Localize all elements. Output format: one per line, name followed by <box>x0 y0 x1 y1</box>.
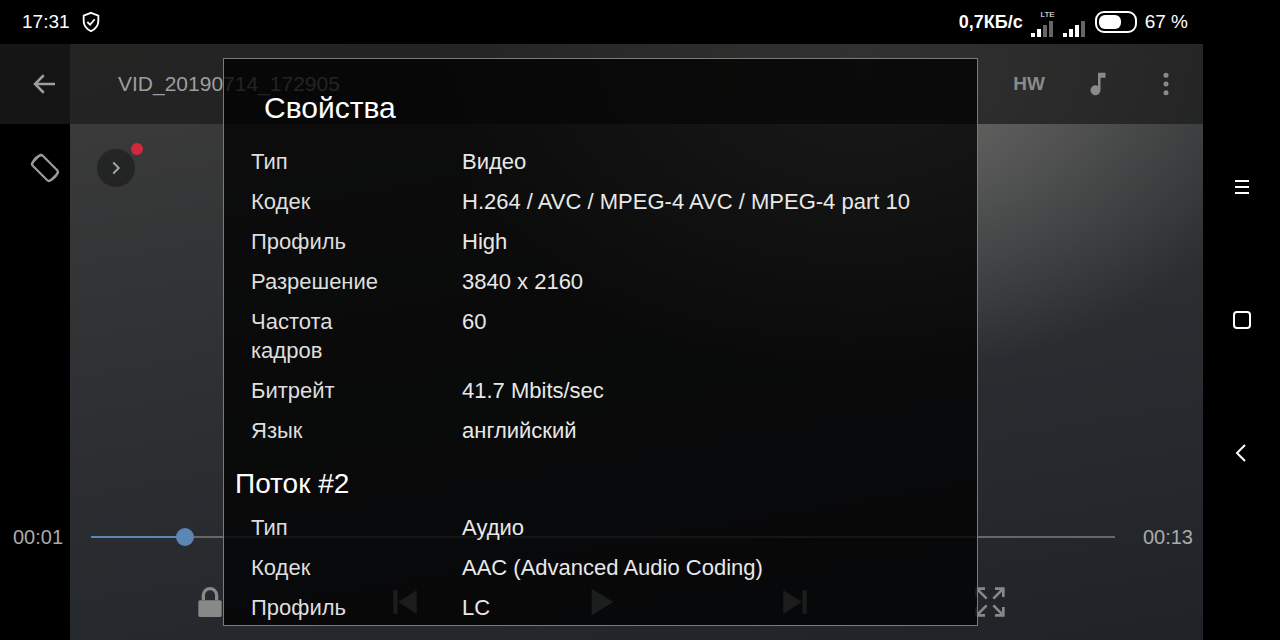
property-row: Тип Видео <box>251 141 957 181</box>
back-arrow-icon[interactable] <box>30 69 60 99</box>
property-value: H.264 / AVC / MPEG-4 AVC / MPEG-4 part 1… <box>462 187 957 216</box>
property-row: Тип Аудио <box>251 507 957 547</box>
property-label: Язык <box>251 416 401 445</box>
clock: 17:31 <box>22 11 70 33</box>
property-row: Битрейт 41.7 Mbits/sec <box>251 370 957 410</box>
property-label: Профиль <box>251 227 401 256</box>
property-value: 41.7 Mbits/sec <box>462 376 957 405</box>
network-type: LTE <box>1041 10 1055 19</box>
property-row: Язык английский <box>251 410 957 450</box>
stream-section: Тип Видео Кодек H.264 / AVC / MPEG-4 AVC / … <box>251 141 957 450</box>
property-row: Кодек H.264 / AVC / MPEG-4 AVC / MPEG-4 p… <box>251 181 957 221</box>
screen: 17:310,7КБ/сLTE67 %VID_20190714_172905HW… <box>0 0 1280 640</box>
property-value: Видео <box>462 147 957 176</box>
home-square-icon[interactable] <box>1230 308 1254 332</box>
battery-percent: 67 % <box>1145 11 1188 33</box>
stream-section: Поток #2ТипАудиоКодекAAC (Advanced Audio… <box>251 466 957 626</box>
property-row: Кодек AAC (Advanced Audio Coding) <box>251 547 957 587</box>
signal-indicator: LTE <box>1031 7 1055 37</box>
property-label: Тип <box>251 513 401 542</box>
expand-button[interactable] <box>97 149 135 187</box>
property-value: 60 <box>462 307 957 336</box>
property-label: Кодек <box>251 187 401 216</box>
duration-time: 00:13 <box>1143 526 1193 549</box>
position-time: 00:01 <box>13 526 63 549</box>
property-value: High <box>462 227 957 256</box>
navigation-bar <box>1203 44 1280 640</box>
video-player[interactable]: VID_20190714_172905HW00:0100:13СвойстваТ… <box>0 44 1203 640</box>
property-value: 3840 x 2160 <box>462 267 957 296</box>
stream-heading: Поток #2 <box>235 466 957 502</box>
dialog-title: Свойства <box>264 90 957 126</box>
decoder-button[interactable]: HW <box>1013 73 1045 95</box>
music-note-icon[interactable] <box>1083 69 1113 99</box>
property-label: Битрейт <box>251 376 401 405</box>
properties-dialog: Свойства Тип Видео Кодек H.264 / AVC / MPEG-… <box>223 58 978 626</box>
property-row: Профиль High <box>251 221 957 261</box>
network-speed: 0,7КБ/с <box>959 12 1023 33</box>
property-label: Профиль <box>251 593 401 622</box>
shield-icon <box>80 11 102 33</box>
signal-icon <box>1031 19 1055 37</box>
property-label: Разрешение <box>251 267 401 296</box>
signal-indicator <box>1063 7 1087 37</box>
property-label: Тип <box>251 147 401 176</box>
rotate-button[interactable] <box>25 148 65 188</box>
battery-icon <box>1095 11 1137 33</box>
property-row: Частота кадров 60 <box>251 301 957 370</box>
more-menu-icon[interactable] <box>1151 69 1181 99</box>
property-value: Аудио <box>462 513 957 542</box>
property-row: Разрешение 3840 x 2160 <box>251 261 957 301</box>
menu-icon[interactable] <box>1230 175 1254 199</box>
property-value: LC <box>462 593 957 622</box>
signal-icon <box>1063 19 1087 37</box>
property-value: английский <box>462 416 957 445</box>
property-row: Профиль LC <box>251 587 957 626</box>
notification-dot <box>131 143 143 155</box>
back-chevron-icon[interactable] <box>1230 441 1254 465</box>
property-label: Частота кадров <box>251 307 401 365</box>
property-label: Кодек <box>251 553 401 582</box>
chevron-right-icon <box>105 157 127 179</box>
screen-rotation-icon <box>28 151 62 185</box>
status-bar: 17:31 0,7КБ/с LTE 67 % <box>0 0 1280 44</box>
seek-thumb[interactable] <box>176 528 194 546</box>
property-value: AAC (Advanced Audio Coding) <box>462 553 957 582</box>
